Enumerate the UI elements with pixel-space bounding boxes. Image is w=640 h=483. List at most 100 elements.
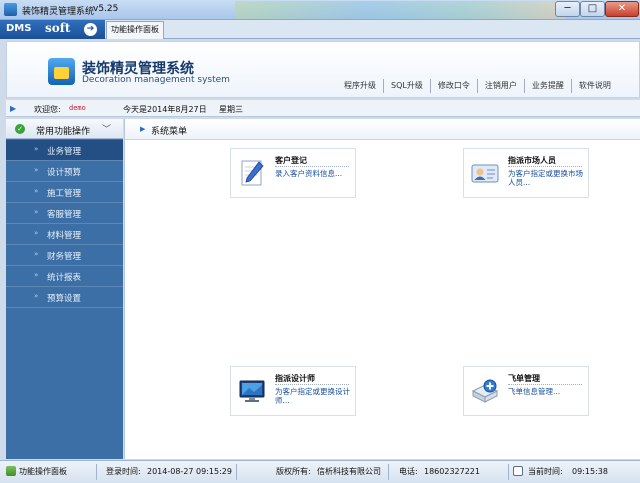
sidebar-menu: » 业务管理 » 设计预算 » 施工管理 » 客服管理 » 材料管理 » 财务管…: [6, 140, 123, 308]
status-separator: [508, 464, 509, 480]
status-bar: 功能操作面板 登录时间: 2014-08-27 09:15:29 版权所有: 信…: [0, 460, 640, 483]
card-title: 客户登记: [275, 156, 307, 165]
close-button[interactable]: ✕: [605, 1, 639, 17]
card-divider: [508, 384, 582, 385]
triangle-marker-icon: ▶: [10, 104, 17, 113]
sidebar-item-materials[interactable]: » 材料管理: [6, 224, 123, 245]
sidebar-item-customer-service[interactable]: » 客服管理: [6, 203, 123, 224]
sidebar-item-label: 统计报表: [47, 273, 82, 283]
bullet-icon: »: [34, 292, 39, 300]
card-description[interactable]: 录入客户资料信息...: [275, 169, 355, 178]
sidebar-item-construction[interactable]: » 施工管理: [6, 182, 123, 203]
sidebar-item-label: 材料管理: [47, 231, 82, 241]
check-circle-icon: ✓: [15, 124, 25, 134]
sidebar-item-reports[interactable]: » 统计报表: [6, 266, 123, 287]
bullet-icon: »: [34, 166, 39, 174]
tab-strip: DMS soft ➔ 功能操作面板: [0, 20, 640, 39]
nav-sql-upgrade[interactable]: SQL升级: [384, 79, 431, 93]
chevron-down-icon[interactable]: ﹀: [102, 122, 111, 135]
dms-logo: DMS soft ➔: [0, 20, 105, 39]
phone-label: 电话:: [399, 467, 418, 476]
status-separator: [388, 464, 389, 480]
system-logo-icon: [48, 58, 75, 85]
nav-program-upgrade[interactable]: 程序升级: [337, 79, 384, 93]
card-title: 指派设计师: [275, 374, 315, 383]
window-title-bar[interactable]: 装饰精灵管理系统 v5.25 ─ □ ✕: [0, 0, 640, 20]
sidebar-item-label: 业务管理: [47, 147, 82, 157]
sidebar-item-label: 预算设置: [47, 294, 82, 304]
phone-value: 18602327221: [424, 467, 480, 476]
copyright-value: 信析科技有限公司: [317, 467, 381, 476]
monitor-icon: [239, 380, 265, 402]
nav-business-reminder[interactable]: 业务提醒: [525, 79, 572, 93]
copyright-label: 版权所有:: [276, 467, 311, 476]
bullet-icon: »: [34, 229, 39, 237]
card-divider: [275, 166, 349, 167]
current-user: demo: [69, 104, 86, 112]
logo-dms-text: DMS: [6, 23, 32, 34]
info-bar: ▶ 欢迎您: demo 今天是2014年8月27日 星期三: [6, 100, 640, 117]
card-title: 指派市场人员: [508, 156, 556, 165]
card-description[interactable]: 为客户指定或更换设计师...: [275, 387, 355, 405]
sidebar-item-label: 客服管理: [47, 210, 82, 220]
nav-logout[interactable]: 注销用户: [478, 79, 525, 93]
card-divider: [275, 384, 349, 385]
main-title: 系统菜单: [151, 127, 188, 137]
current-time-label: 当前时间:: [528, 467, 563, 476]
sidebar-header-label: 常用功能操作: [36, 127, 91, 137]
minimize-button[interactable]: ─: [555, 1, 580, 17]
login-time-label: 登录时间:: [106, 467, 141, 476]
current-time-value: 09:15:38: [572, 467, 608, 476]
sidebar-item-label: 设计预算: [47, 168, 82, 178]
sidebar-item-label: 财务管理: [47, 252, 82, 262]
bullet-icon: »: [34, 208, 39, 216]
status-panel-label: 功能操作面板: [19, 467, 67, 476]
add-box-icon: [471, 379, 499, 403]
panel-icon: [6, 466, 16, 476]
header-banner: 装饰精灵管理系统 Decoration management system 程序…: [6, 41, 640, 98]
banner-strip: [235, 1, 565, 19]
card-title: 飞单管理: [508, 374, 540, 383]
bullet-icon: »: [34, 250, 39, 258]
card-assign-marketer[interactable]: 指派市场人员 为客户指定或更换市场人员...: [463, 148, 589, 198]
bullet-icon: »: [34, 145, 39, 153]
nav-software-help[interactable]: 软件说明: [572, 79, 618, 93]
sidebar-item-budget-settings[interactable]: » 预算设置: [6, 287, 123, 308]
sidebar-item-business[interactable]: » 业务管理: [6, 140, 123, 161]
sidebar-header[interactable]: ✓ 常用功能操作 ﹀: [6, 119, 123, 139]
pen-paper-icon: [241, 160, 264, 186]
main-header: ▶ 系统菜单: [125, 119, 640, 140]
nav-change-password[interactable]: 修改口令: [431, 79, 478, 93]
tab-function-panel[interactable]: 功能操作面板: [106, 21, 164, 39]
card-divider: [508, 166, 582, 167]
status-separator: [236, 464, 237, 480]
triangle-marker-icon: ▶: [140, 125, 146, 133]
today-date: 今天是2014年8月27日: [123, 105, 207, 114]
top-nav: 程序升级 SQL升级 修改口令 注销用户 业务提醒 软件说明: [337, 79, 618, 93]
sidebar-item-label: 施工管理: [47, 189, 82, 199]
status-separator: [96, 464, 97, 480]
card-description[interactable]: 为客户指定或更换市场人员...: [508, 169, 588, 187]
bullet-icon: »: [34, 271, 39, 279]
system-subtitle: Decoration management system: [82, 75, 230, 85]
arrow-right-icon[interactable]: ➔: [84, 23, 97, 36]
logo-soft-text: soft: [45, 21, 71, 35]
bullet-icon: »: [34, 187, 39, 195]
sidebar-item-finance[interactable]: » 财务管理: [6, 245, 123, 266]
login-time-value: 2014-08-27 09:15:29: [147, 467, 232, 476]
card-description[interactable]: 飞单信息管理...: [508, 387, 588, 396]
app-icon: [4, 3, 17, 16]
card-flying-order[interactable]: 飞单管理 飞单信息管理...: [463, 366, 589, 416]
sidebar: ✓ 常用功能操作 ﹀ » 业务管理 » 设计预算 » 施工管理 » 客服管理 »…: [6, 119, 123, 459]
maximize-button[interactable]: □: [580, 1, 605, 17]
card-assign-designer[interactable]: 指派设计师 为客户指定或更换设计师...: [230, 366, 356, 416]
sidebar-item-design-budget[interactable]: » 设计预算: [6, 161, 123, 182]
window-title: 装饰精灵管理系统: [22, 7, 95, 17]
weekday: 星期三: [219, 105, 243, 114]
window-version: v5.25: [93, 4, 119, 14]
id-card-icon: [471, 164, 499, 183]
welcome-label: 欢迎您:: [34, 105, 61, 114]
clock-icon: [513, 466, 523, 476]
card-customer-register[interactable]: 客户登记 录入客户资料信息...: [230, 148, 356, 198]
main-panel: ▶ 系统菜单 客户登记 录入客户资料信息... 指派市场人员 为客户指定或更换市…: [124, 119, 640, 459]
